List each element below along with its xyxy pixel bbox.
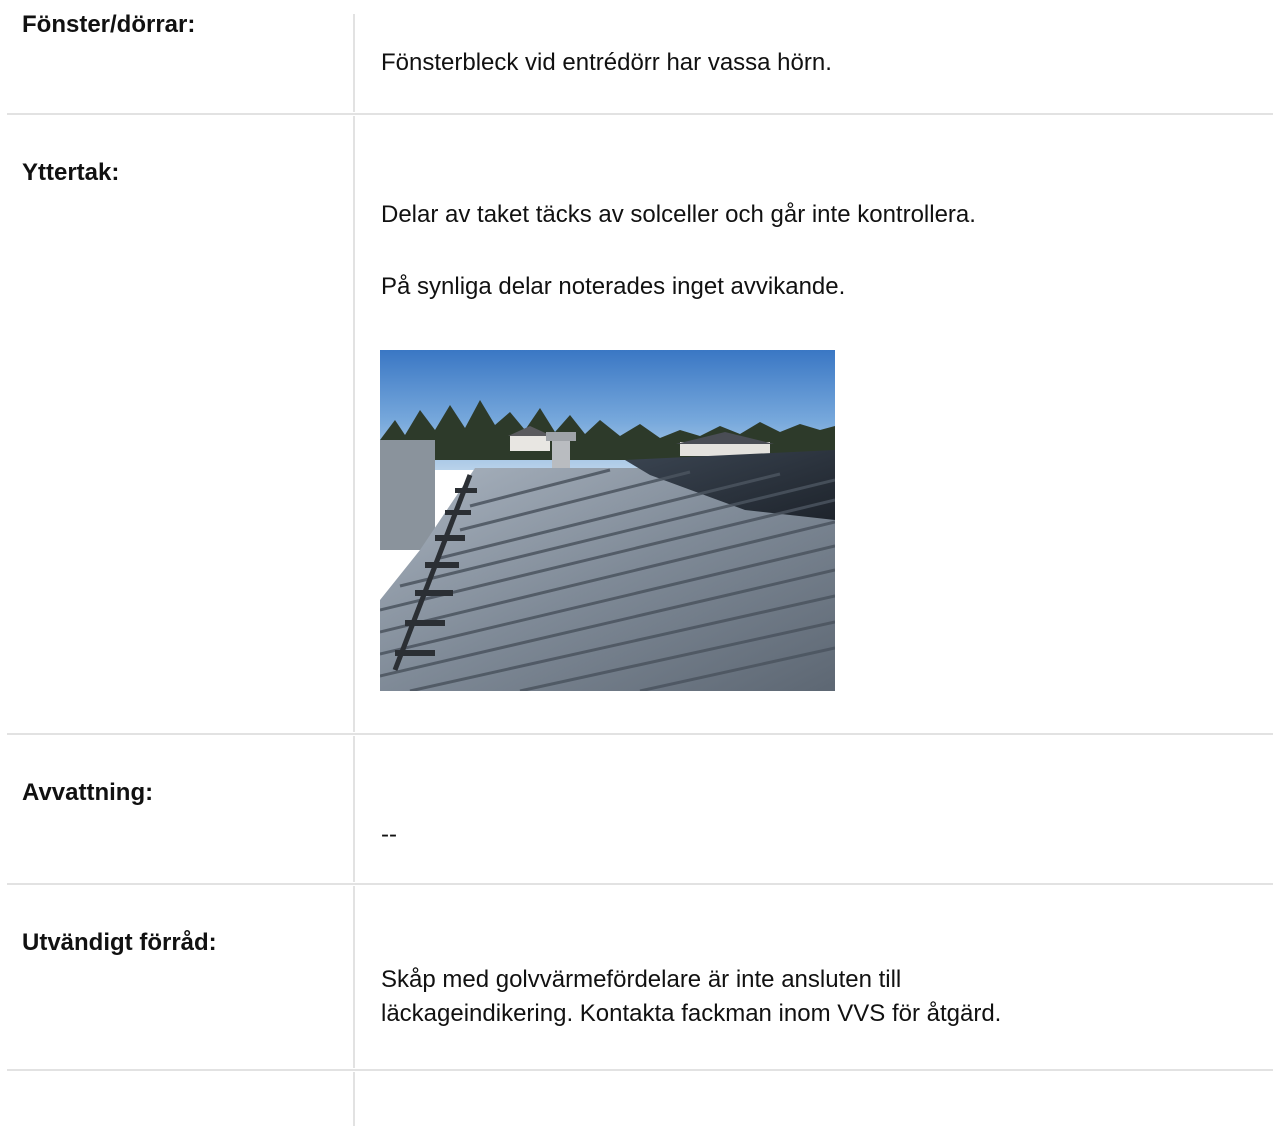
row-divider — [7, 1069, 1273, 1071]
column-divider — [353, 736, 355, 882]
column-divider — [353, 886, 355, 1068]
roof-photo — [380, 350, 835, 691]
row-label-utvandigt-forrad: Utvändigt förråd: — [22, 929, 217, 956]
row-text-utvandigt-forrad: Skåp med golvvärmefördelare är inte ansl… — [381, 966, 1002, 1027]
column-divider — [353, 14, 355, 112]
row-text-yttertak: Delar av taket täcks av solceller och gå… — [381, 201, 976, 228]
row-label-fonster-dorrar: Fönster/dörrar: — [22, 11, 196, 38]
row-text-yttertak-2: På synliga delar noterades inget avvikan… — [381, 273, 846, 300]
row-divider — [7, 883, 1273, 885]
column-divider — [353, 1072, 355, 1126]
column-divider — [353, 116, 355, 732]
row-label-avvattning: Avvattning: — [22, 779, 154, 806]
row-label-yttertak: Yttertak: — [22, 159, 120, 186]
row-text-fonster-dorrar: Fönsterbleck vid entrédörr har vassa hör… — [381, 49, 832, 76]
row-divider — [7, 113, 1273, 115]
row-text-avvattning: -- — [381, 821, 397, 848]
row-divider — [7, 733, 1273, 735]
